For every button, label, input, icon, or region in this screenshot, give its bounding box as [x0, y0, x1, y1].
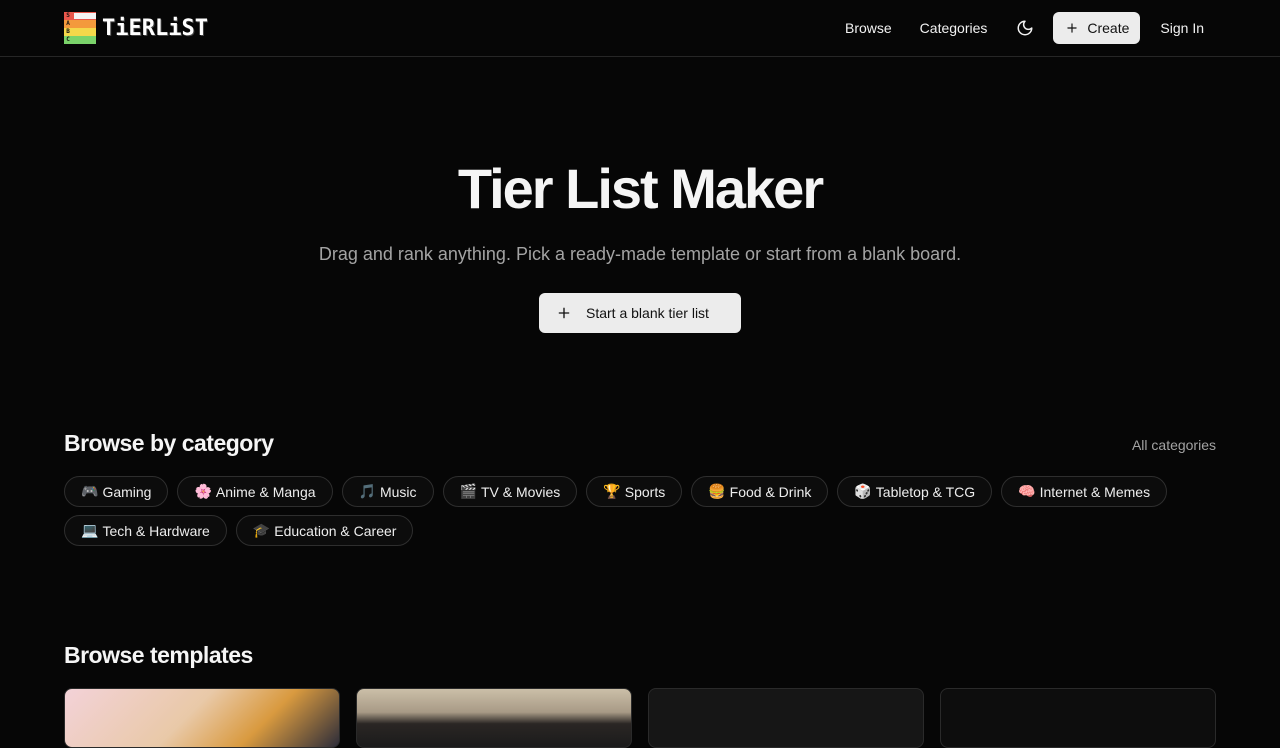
- category-chip-tech-hardware[interactable]: 💻 Tech & Hardware: [64, 515, 227, 546]
- site-logo[interactable]: S A B C TiERLiST: [64, 12, 208, 44]
- nav-categories-link[interactable]: Categories: [906, 12, 1002, 44]
- flower-icon: 🌸: [194, 483, 212, 499]
- start-blank-label: Start a blank tier list: [586, 305, 709, 321]
- template-thumbnail: [357, 689, 631, 747]
- site-header: S A B C TiERLiST Browse Categories Creat…: [0, 0, 1280, 57]
- template-card[interactable]: [356, 688, 632, 748]
- category-chip-gaming[interactable]: 🎮 Gaming: [64, 476, 169, 507]
- moon-icon: [1017, 20, 1033, 36]
- category-chip-tv-movies[interactable]: 🎬 TV & Movies: [442, 476, 578, 507]
- category-chip-list: 🎮 Gaming 🌸 Anime & Manga 🎵 Music 🎬 TV & Movi…: [64, 476, 1216, 546]
- plus-icon: [558, 307, 570, 319]
- hero-subtitle: Drag and rank anything. Pick a ready-mad…: [318, 244, 962, 264]
- template-thumbnail: [65, 689, 339, 747]
- clapperboard-icon: 🎬: [459, 483, 477, 499]
- logo-wordmark: TiERLiST: [102, 15, 208, 41]
- create-button[interactable]: Create: [1053, 12, 1141, 44]
- category-chip-anime-manga[interactable]: 🌸 Anime & Manga: [177, 476, 333, 507]
- categories-heading: Browse by category: [64, 430, 274, 456]
- template-card[interactable]: [64, 688, 340, 748]
- nav-browse-link[interactable]: Browse: [831, 12, 906, 44]
- music-note-icon: 🎵: [358, 483, 376, 499]
- category-chip-education-career[interactable]: 🎓 Education & Career: [235, 515, 414, 546]
- plus-icon: [1067, 23, 1078, 33]
- templates-heading: Browse templates: [64, 642, 253, 668]
- start-blank-tier-list-button[interactable]: Start a blank tier list: [539, 293, 741, 333]
- template-card[interactable]: [940, 688, 1216, 748]
- logo-tier-icon: S A B C: [64, 12, 96, 44]
- burger-icon: 🍔: [708, 483, 726, 499]
- sign-in-link[interactable]: Sign In: [1148, 12, 1216, 44]
- template-card[interactable]: [648, 688, 924, 748]
- graduation-cap-icon: 🎓: [252, 522, 271, 538]
- template-card-grid: [64, 688, 1216, 748]
- category-chip-internet-memes[interactable]: 🧠 Internet & Memes: [1001, 476, 1168, 507]
- template-thumbnail: [649, 689, 923, 747]
- laptop-icon: 💻: [81, 522, 99, 538]
- gamepad-icon: 🎮: [81, 483, 99, 499]
- dice-icon: 🎲: [854, 483, 872, 499]
- page-title: Tier List Maker: [457, 157, 824, 220]
- category-chip-sports[interactable]: 🏆 Sports: [586, 476, 683, 507]
- category-chip-food-drink[interactable]: 🍔 Food & Drink: [691, 476, 829, 507]
- category-chip-music[interactable]: 🎵 Music: [341, 476, 434, 507]
- template-thumbnail: [941, 689, 1215, 747]
- create-button-label: Create: [1087, 20, 1130, 36]
- category-chip-tabletop-tcg[interactable]: 🎲 Tabletop & TCG: [837, 476, 993, 507]
- brain-icon: 🧠: [1018, 483, 1036, 499]
- theme-toggle-button[interactable]: [1007, 12, 1043, 44]
- all-categories-link[interactable]: All categories: [1132, 437, 1216, 453]
- trophy-icon: 🏆: [603, 483, 621, 499]
- main-nav: Browse Categories Create Sign In: [831, 12, 1216, 44]
